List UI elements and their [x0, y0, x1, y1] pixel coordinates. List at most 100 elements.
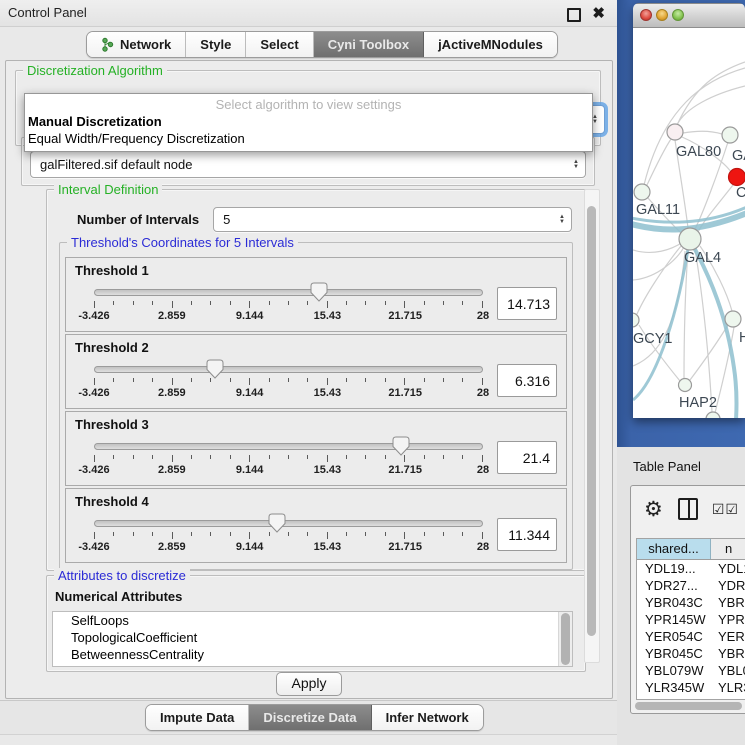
- group-title: Discretization Algorithm: [23, 63, 167, 78]
- table-panel-container: ⚙ ☑☑ shared... n YDL19...YDL1YDR27...YDR…: [630, 485, 745, 714]
- cell-name: YIL0: [710, 696, 745, 700]
- node-label: GAL4: [684, 250, 721, 266]
- tab-cyni-toolbox[interactable]: Cyni Toolbox: [314, 32, 424, 57]
- tick-label: 9.144: [236, 387, 264, 399]
- slider-track[interactable]: [94, 443, 483, 450]
- cell-shared-name: YDL19...: [637, 560, 710, 577]
- tab-discretize-data[interactable]: Discretize Data: [249, 705, 371, 730]
- float-window-icon[interactable]: [567, 8, 581, 22]
- node-label: GCY1: [633, 331, 673, 347]
- numerical-attributes-label: Numerical Attributes: [55, 589, 585, 604]
- list-item[interactable]: TopologicalCoefficient: [53, 629, 572, 646]
- table-row[interactable]: YBL079WYBL0: [637, 662, 745, 679]
- algorithm-dropdown-popup: Select algorithm to view settings Manual…: [24, 93, 593, 152]
- table-row[interactable]: YIL052CYIL0: [637, 696, 745, 700]
- table-row[interactable]: YDR27...YDR2: [637, 577, 745, 594]
- threshold-slider[interactable]: -3.4262.8599.14415.4321.71528: [66, 511, 497, 559]
- tab-impute-data[interactable]: Impute Data: [146, 705, 249, 730]
- slider-thumb-icon[interactable]: [206, 359, 224, 379]
- tick-label: 15.43: [314, 464, 342, 476]
- gear-icon[interactable]: ⚙: [644, 497, 663, 522]
- table-row[interactable]: YBR045CYBR0: [637, 645, 745, 662]
- tick-label: 9.144: [236, 310, 264, 322]
- cell-shared-name: YPR145W: [637, 611, 710, 628]
- slider-ticks: [94, 378, 483, 385]
- column-header-name[interactable]: n: [711, 539, 745, 559]
- apply-button[interactable]: Apply: [276, 672, 342, 696]
- dropdown-option-manual[interactable]: Manual Discretization: [25, 113, 592, 130]
- threshold-value-input[interactable]: 6.316: [497, 364, 557, 397]
- control-panel: Control Panel ✖ NetworkStyleSelectCyni T…: [0, 0, 618, 745]
- node-label: GA: [732, 148, 745, 164]
- network-icon: [101, 37, 114, 53]
- close-icon[interactable]: ✖: [592, 4, 605, 22]
- slider-tick-labels: -3.4262.8599.14415.4321.71528: [94, 464, 483, 478]
- cell-name: YBL0: [710, 662, 745, 679]
- dropdown-option-equal-width[interactable]: Equal Width/Frequency Discretization: [25, 130, 592, 147]
- threshold-label: Threshold 2: [66, 335, 566, 355]
- minimize-traffic-light-icon[interactable]: [656, 9, 668, 21]
- cyni-toolbox-content: Discretization Algorithm ▲▼ Select algor…: [5, 60, 613, 699]
- table-row[interactable]: YDL19...YDL1: [637, 560, 745, 577]
- content-vertical-scrollbar[interactable]: [584, 189, 600, 663]
- network-canvas[interactable]: GAL80 GA C GAL11 GAL4 GCY1 H HAP2: [633, 28, 745, 418]
- slider-thumb-icon[interactable]: [392, 436, 410, 456]
- table-toolbar: ⚙ ☑☑: [631, 486, 745, 532]
- tab-label: jActiveMNodules: [438, 37, 543, 52]
- cell-shared-name: YER054C: [637, 628, 710, 645]
- threshold-label: Threshold 4: [66, 489, 566, 509]
- list-item[interactable]: BetweennessCentrality: [53, 646, 572, 663]
- tab-jactivemnodules[interactable]: jActiveMNodules: [424, 32, 557, 57]
- table-row[interactable]: YPR145WYPR1: [637, 611, 745, 628]
- list-vertical-scrollbar[interactable]: [558, 612, 572, 666]
- top-tab-bar: NetworkStyleSelectCyni Toolbox jActiveMNo…: [86, 31, 558, 58]
- table-horizontal-scrollbar[interactable]: [634, 701, 745, 711]
- table-row[interactable]: YLR345WYLR3: [637, 679, 745, 696]
- cell-shared-name: YLR345W: [637, 679, 710, 696]
- tab-network[interactable]: Network: [87, 32, 186, 57]
- tick-label: -3.426: [78, 310, 109, 322]
- node-highlighted: [729, 169, 745, 186]
- close-traffic-light-icon[interactable]: [640, 9, 652, 21]
- slider-track[interactable]: [94, 289, 483, 296]
- tick-label: 2.859: [158, 541, 186, 553]
- zoom-traffic-light-icon[interactable]: [672, 9, 684, 21]
- node-label: C: [736, 185, 745, 201]
- slider-track[interactable]: [94, 366, 483, 373]
- tick-label: -3.426: [78, 387, 109, 399]
- threshold-slider[interactable]: -3.4262.8599.14415.4321.71528: [66, 280, 497, 328]
- threshold-slider[interactable]: -3.4262.8599.14415.4321.71528: [66, 357, 497, 405]
- attributes-group: Attributes to discretize Numerical Attri…: [46, 575, 586, 672]
- threshold-value-input[interactable]: 21.4: [497, 441, 557, 474]
- tick-label: 2.859: [158, 310, 186, 322]
- checkbox-icons[interactable]: ☑☑: [712, 501, 739, 518]
- slider-thumb-icon[interactable]: [310, 282, 328, 302]
- threshold-value-input[interactable]: 11.344: [497, 518, 557, 551]
- threshold-label: Threshold 3: [66, 412, 566, 432]
- table-panel-title: Table Panel: [633, 459, 701, 474]
- tick-label: 21.715: [388, 387, 422, 399]
- table-data-combobox[interactable]: galFiltered.sif default node ▲▼: [30, 151, 586, 178]
- column-header-shared[interactable]: shared...: [637, 539, 711, 559]
- cell-shared-name: YBR043C: [637, 594, 710, 611]
- table-row[interactable]: YER054CYER0: [637, 628, 745, 645]
- threshold-slider[interactable]: -3.4262.8599.14415.4321.71528: [66, 434, 497, 482]
- number-of-intervals-combobox[interactable]: 5 ▲▼: [213, 207, 572, 232]
- threshold-value-input[interactable]: 14.713: [497, 287, 557, 320]
- list-item[interactable]: SelfLoops: [53, 612, 572, 629]
- slider-thumb-icon[interactable]: [268, 513, 286, 533]
- tab-style[interactable]: Style: [186, 32, 246, 57]
- cell-name: YDL1: [710, 560, 745, 577]
- numerical-attributes-list[interactable]: SelfLoopsTopologicalCoefficientBetweenne…: [52, 611, 573, 667]
- node-gcy1: [633, 313, 639, 327]
- tab-infer-network[interactable]: Infer Network: [372, 705, 483, 730]
- column-layout-icon[interactable]: [678, 498, 698, 520]
- slider-track[interactable]: [94, 520, 483, 527]
- node-label: GAL11: [636, 202, 680, 218]
- table-row[interactable]: YBR043CYBR0: [637, 594, 745, 611]
- combo-arrows-icon: ▲▼: [559, 215, 565, 225]
- tab-select[interactable]: Select: [246, 32, 313, 57]
- node-gal11: [634, 184, 650, 200]
- cell-name: YBR0: [710, 594, 745, 611]
- tick-label: 21.715: [388, 464, 422, 476]
